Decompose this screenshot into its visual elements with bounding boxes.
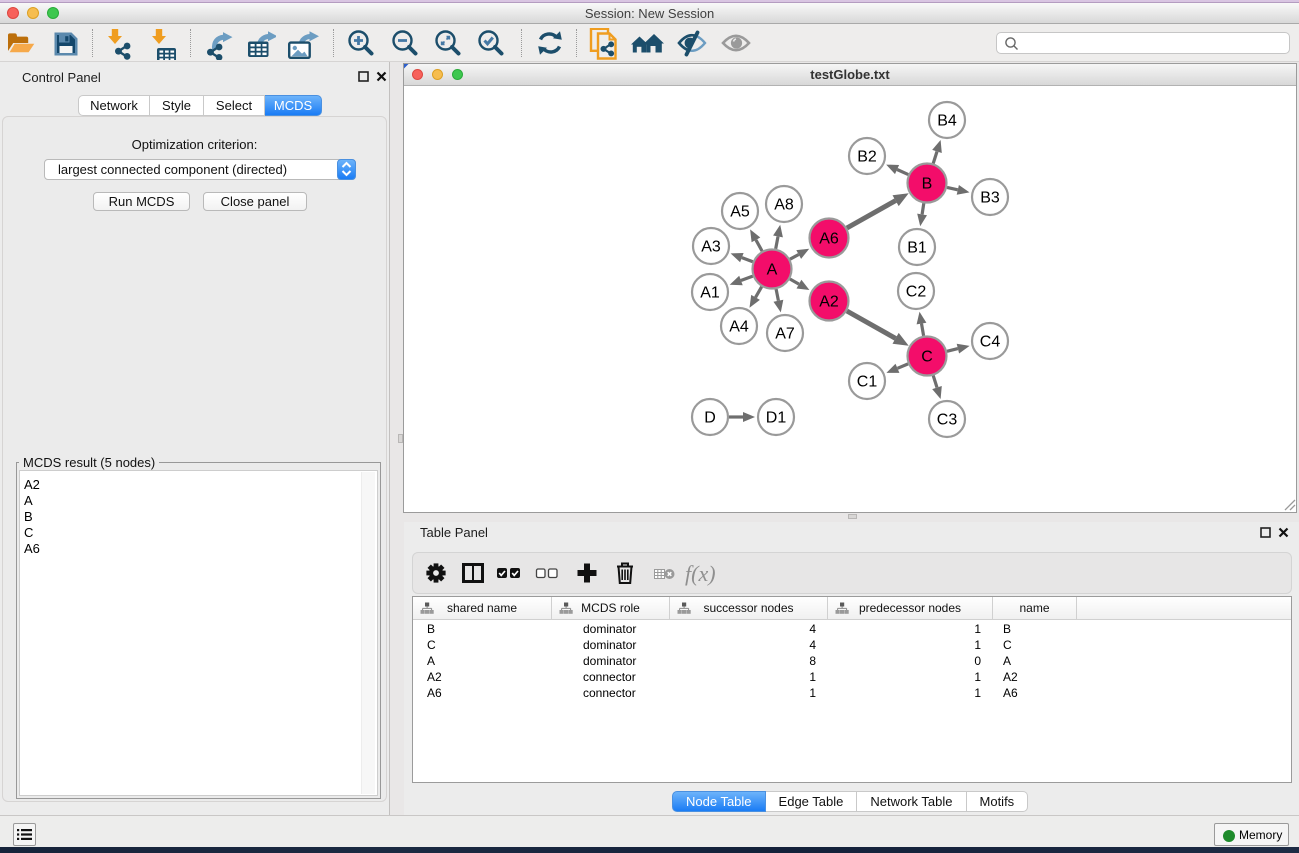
svg-text:A3: A3 <box>701 239 721 256</box>
svg-text:A4: A4 <box>729 319 749 336</box>
svg-text:B4: B4 <box>937 113 957 130</box>
svg-text:A7: A7 <box>775 326 795 343</box>
svg-text:C2: C2 <box>906 284 927 301</box>
svg-text:A2: A2 <box>819 294 839 311</box>
svg-text:C3: C3 <box>937 412 958 429</box>
svg-text:A5: A5 <box>730 204 750 221</box>
svg-text:C: C <box>921 349 933 366</box>
svg-text:A1: A1 <box>700 285 720 302</box>
svg-text:B1: B1 <box>907 240 927 257</box>
svg-text:D1: D1 <box>766 410 787 427</box>
svg-text:A8: A8 <box>774 197 794 214</box>
svg-text:B3: B3 <box>980 190 1000 207</box>
svg-text:C1: C1 <box>857 374 878 391</box>
svg-text:B2: B2 <box>857 149 877 166</box>
svg-text:A: A <box>767 262 778 279</box>
svg-text:A6: A6 <box>819 231 839 248</box>
svg-text:B: B <box>922 176 933 193</box>
svg-text:D: D <box>704 410 716 427</box>
svg-text:C4: C4 <box>980 334 1001 351</box>
